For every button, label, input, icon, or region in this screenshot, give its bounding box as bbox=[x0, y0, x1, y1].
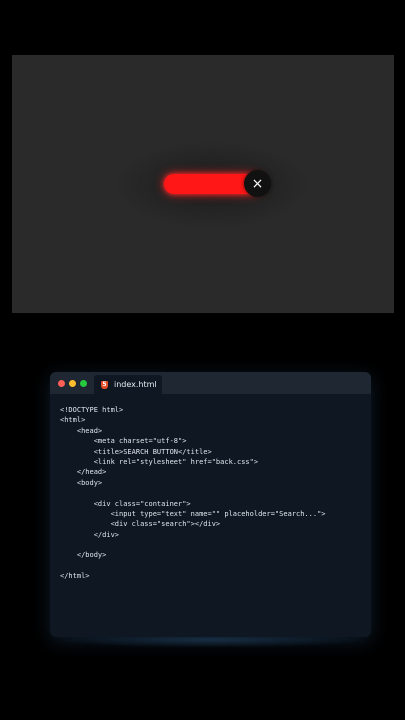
tab-label: index.html bbox=[114, 380, 157, 389]
close-icon: × bbox=[251, 175, 264, 192]
code-line: <meta charset="utf-8"> bbox=[60, 437, 187, 446]
code-line: <link rel="stylesheet" href="back.css"> bbox=[60, 457, 259, 466]
code-line: </div> bbox=[60, 530, 120, 539]
close-window-dot[interactable] bbox=[58, 380, 65, 387]
search-button[interactable]: × bbox=[244, 170, 271, 197]
preview-pane: × bbox=[12, 55, 394, 313]
code-line: </body> bbox=[60, 551, 107, 560]
code-line: <html> bbox=[60, 416, 86, 425]
code-line: <body> bbox=[60, 478, 103, 487]
code-line: <!DOCTYPE html> bbox=[60, 406, 124, 414]
code-line: <head> bbox=[60, 426, 103, 435]
code-area[interactable]: <!DOCTYPE html> <html> <head> <meta chars… bbox=[50, 394, 371, 582]
minimize-window-dot[interactable] bbox=[69, 380, 76, 387]
code-line: </head> bbox=[60, 468, 107, 477]
code-line: </html> bbox=[60, 572, 90, 581]
code-line: <div class="container"> bbox=[60, 499, 191, 508]
search-box: × bbox=[112, 140, 312, 230]
code-editor-window: 5 index.html <!DOCTYPE html> <html> <head… bbox=[50, 372, 371, 637]
code-line: <input type="text" name="" placeholder="… bbox=[60, 509, 326, 518]
code-line: <div class="search"></div> bbox=[60, 520, 221, 529]
html5-icon: 5 bbox=[101, 380, 108, 389]
code-line: <title>SEARCH BUTTON</title> bbox=[60, 447, 212, 456]
maximize-window-dot[interactable] bbox=[80, 380, 87, 387]
editor-titlebar: 5 index.html bbox=[50, 372, 371, 394]
tab-index-html[interactable]: 5 index.html bbox=[94, 375, 162, 394]
